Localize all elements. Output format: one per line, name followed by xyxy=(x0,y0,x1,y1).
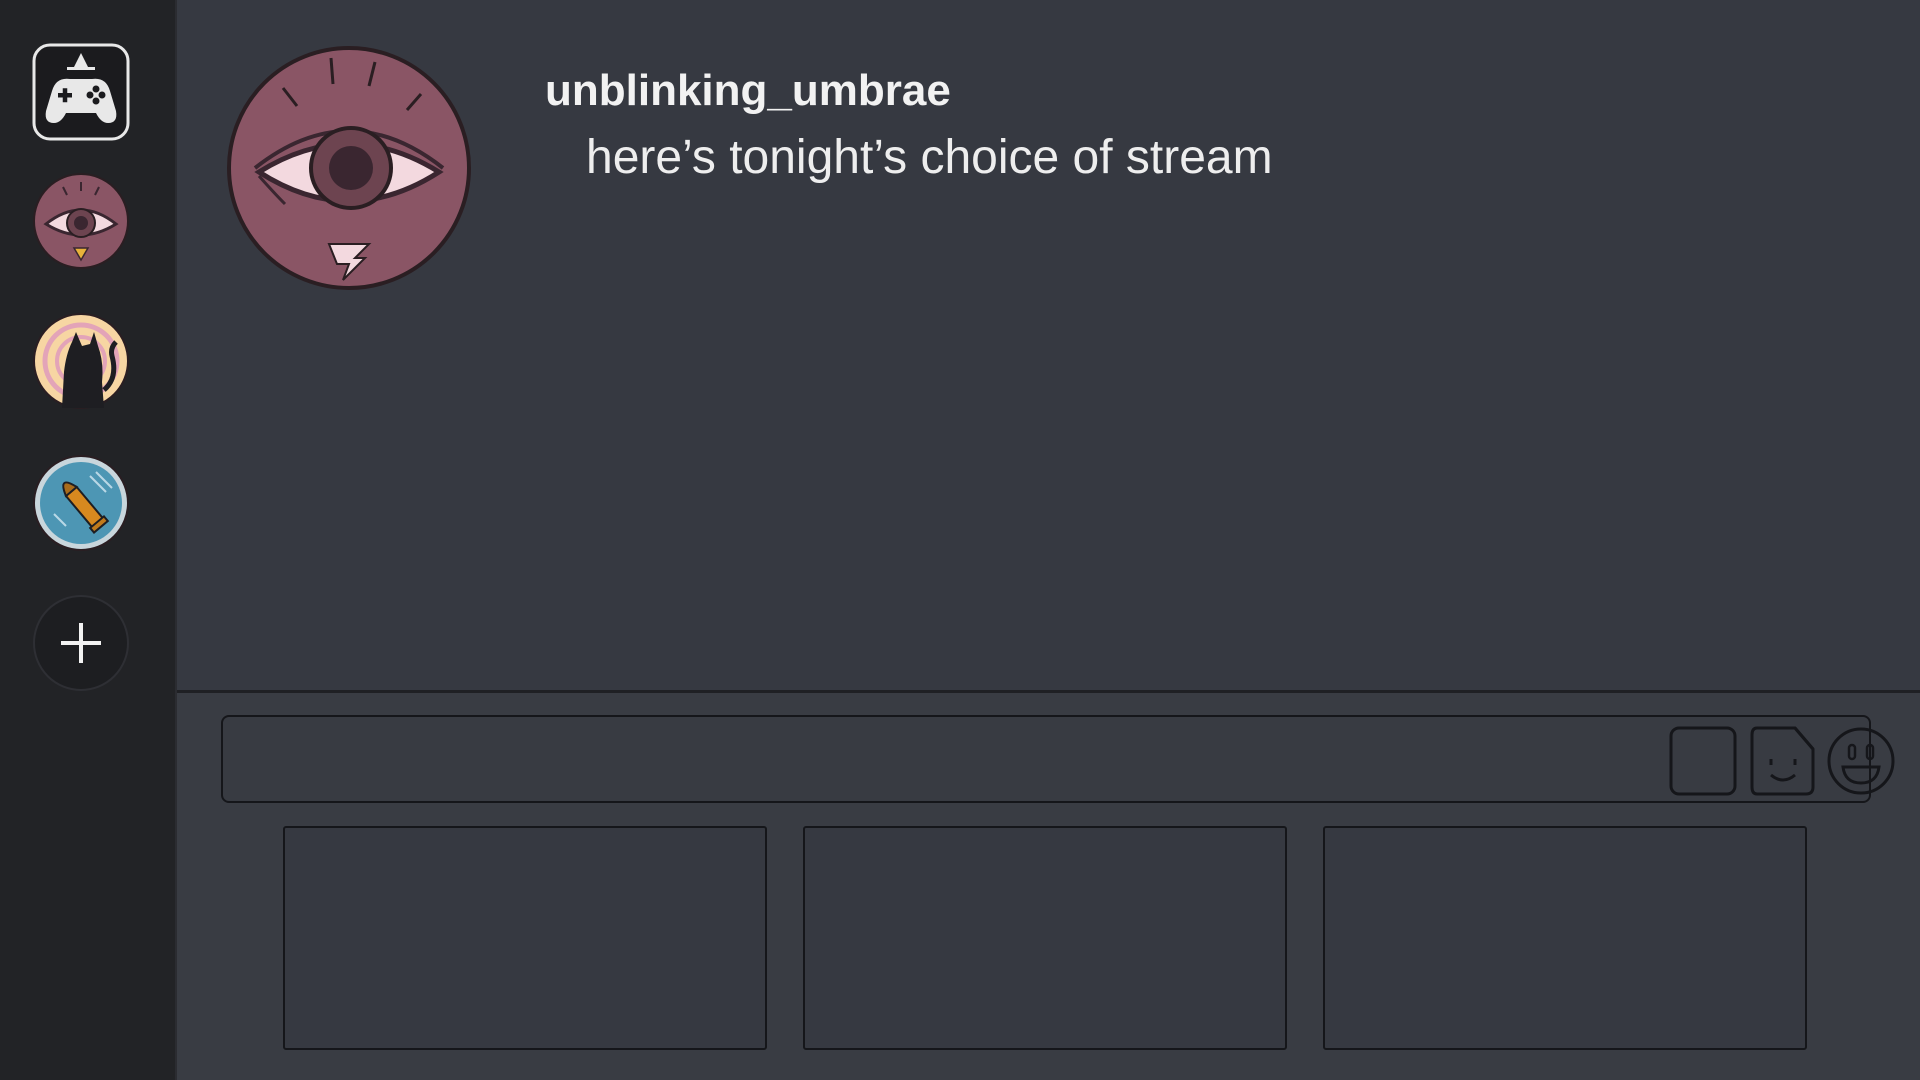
chat-area: unblinking_umbrae here’s tonight’s choic… xyxy=(177,0,1920,1080)
server-eye-button[interactable] xyxy=(32,172,130,270)
eye-icon xyxy=(33,173,129,269)
box-button[interactable] xyxy=(1668,725,1738,797)
square-icon xyxy=(1669,726,1737,796)
bullet-icon xyxy=(33,455,129,551)
add-server-button[interactable] xyxy=(32,594,130,692)
avatar[interactable] xyxy=(225,44,473,292)
message-text: here’s tonight’s choice of stream xyxy=(586,131,1273,184)
eye-icon xyxy=(227,46,471,290)
message-input[interactable] xyxy=(233,725,1577,797)
composer-area xyxy=(177,693,1920,1080)
stream-option-1[interactable] xyxy=(283,826,767,1050)
message-composer xyxy=(221,715,1895,803)
server-bullet-button[interactable] xyxy=(32,454,130,552)
emoji-button[interactable] xyxy=(1825,725,1895,797)
message-author[interactable]: unblinking_umbrae xyxy=(545,66,951,116)
app-window: unblinking_umbrae here’s tonight’s choic… xyxy=(0,0,1920,1080)
stream-option-3[interactable] xyxy=(1323,826,1807,1050)
sticker-button[interactable] xyxy=(1749,725,1819,797)
stream-option-2[interactable] xyxy=(803,826,1287,1050)
cat-icon xyxy=(33,313,129,409)
sticker-icon xyxy=(1750,726,1815,796)
chat-message: unblinking_umbrae here’s tonight’s choic… xyxy=(225,44,1725,304)
emoji-icon xyxy=(1827,727,1895,795)
game-controller-icon xyxy=(32,43,130,141)
plus-icon xyxy=(33,595,129,691)
server-cat-button[interactable] xyxy=(32,312,130,410)
server-sidebar xyxy=(0,0,177,1080)
home-button[interactable] xyxy=(32,43,130,141)
